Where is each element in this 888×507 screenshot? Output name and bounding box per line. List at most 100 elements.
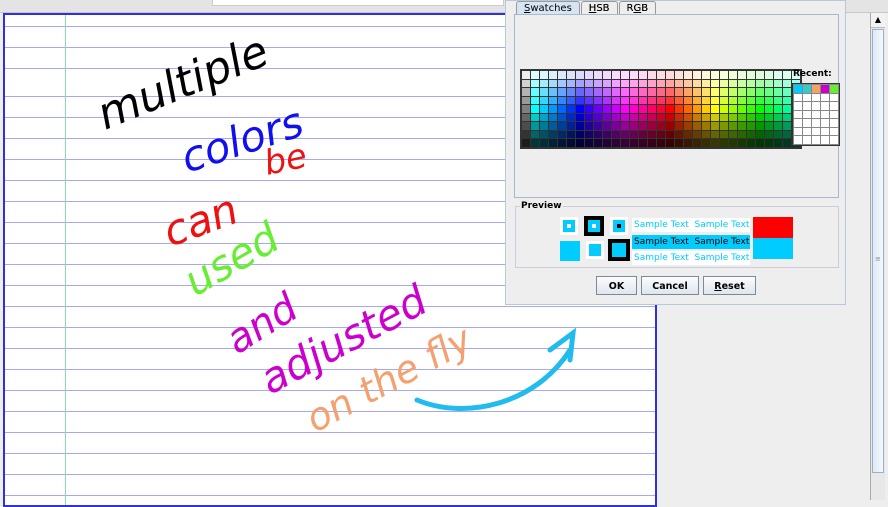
swatch-cell[interactable] [603,105,611,113]
swatch-cell[interactable] [603,113,611,121]
swatch-cell[interactable] [702,113,710,121]
recent-swatch-cell[interactable] [821,102,829,110]
scroll-up-arrow-icon[interactable]: ▲ [871,13,885,28]
swatch-cell[interactable] [666,71,674,79]
swatch-cell[interactable] [756,113,764,121]
swatch-cell[interactable] [549,139,557,147]
swatch-cell[interactable] [585,105,593,113]
swatch-cell[interactable] [738,122,746,130]
swatch-cell[interactable] [711,88,719,96]
swatch-cell[interactable] [693,88,701,96]
swatch-cell[interactable] [522,113,530,121]
swatch-cell[interactable] [783,130,791,138]
swatch-cell[interactable] [567,113,575,121]
swatch-cell[interactable] [549,71,557,79]
swatch-cell[interactable] [648,96,656,104]
swatch-cell[interactable] [630,130,638,138]
swatch-cell[interactable] [549,88,557,96]
recent-swatch-cell[interactable] [794,110,802,118]
swatch-cell[interactable] [747,122,755,130]
recent-swatch-cell[interactable] [812,127,820,135]
swatch-cell[interactable] [603,79,611,87]
swatch-cell[interactable] [585,88,593,96]
swatch-cell[interactable] [531,113,539,121]
swatch-cell[interactable] [765,96,773,104]
swatch-cell[interactable] [522,105,530,113]
swatch-cell[interactable] [522,88,530,96]
swatch-cell[interactable] [693,96,701,104]
swatch-cell[interactable] [585,122,593,130]
swatch-cell[interactable] [531,79,539,87]
swatch-cell[interactable] [594,71,602,79]
swatch-cell[interactable] [603,96,611,104]
swatch-cell[interactable] [666,139,674,147]
swatch-cell[interactable] [711,122,719,130]
reset-button[interactable]: Reset [703,276,756,295]
swatch-cell[interactable] [729,113,737,121]
swatch-cell[interactable] [585,113,593,121]
swatch-cell[interactable] [630,113,638,121]
swatch-cell[interactable] [774,79,782,87]
swatch-cell[interactable] [558,113,566,121]
swatch-cell[interactable] [522,122,530,130]
swatch-cell[interactable] [612,130,620,138]
recent-swatches[interactable] [792,83,840,146]
swatch-cell[interactable] [630,79,638,87]
swatch-cell[interactable] [621,122,629,130]
recent-swatch-cell[interactable] [803,127,811,135]
swatch-cell[interactable] [630,96,638,104]
swatch-cell[interactable] [702,105,710,113]
swatch-cell[interactable] [567,71,575,79]
swatch-cell[interactable] [738,88,746,96]
swatch-cell[interactable] [675,79,683,87]
swatch-cell[interactable] [666,88,674,96]
swatch-cell[interactable] [729,96,737,104]
swatch-cell[interactable] [756,139,764,147]
swatch-cell[interactable] [774,113,782,121]
swatch-cell[interactable] [738,139,746,147]
swatch-cell[interactable] [765,105,773,113]
swatch-cell[interactable] [783,79,791,87]
recent-swatch-cell[interactable] [830,93,838,101]
swatch-cell[interactable] [783,88,791,96]
swatch-cell[interactable] [639,71,647,79]
recent-swatch-cell[interactable] [794,127,802,135]
swatch-cell[interactable] [702,71,710,79]
swatch-cell[interactable] [666,96,674,104]
swatch-cell[interactable] [675,71,683,79]
recent-swatch-cell[interactable] [794,136,802,144]
swatch-cell[interactable] [702,88,710,96]
swatch-cell[interactable] [711,71,719,79]
swatch-cell[interactable] [747,139,755,147]
swatch-cell[interactable] [603,71,611,79]
swatch-cell[interactable] [684,71,692,79]
swatch-cell[interactable] [531,139,539,147]
swatch-cell[interactable] [738,105,746,113]
swatch-cell[interactable] [675,96,683,104]
swatch-cell[interactable] [549,79,557,87]
swatch-cell[interactable] [774,96,782,104]
recent-swatch-cell[interactable] [821,136,829,144]
swatch-cell[interactable] [648,139,656,147]
swatch-cell[interactable] [720,88,728,96]
swatch-cell[interactable] [522,96,530,104]
swatch-cell[interactable] [684,88,692,96]
swatch-cell[interactable] [684,79,692,87]
swatch-cell[interactable] [702,130,710,138]
swatch-cell[interactable] [648,88,656,96]
swatch-cell[interactable] [738,113,746,121]
swatch-cell[interactable] [639,96,647,104]
swatch-cell[interactable] [648,122,656,130]
swatch-cell[interactable] [702,139,710,147]
swatch-cell[interactable] [747,88,755,96]
swatch-cell[interactable] [648,130,656,138]
swatch-cell[interactable] [531,88,539,96]
swatch-cell[interactable] [684,130,692,138]
recent-swatch-cell[interactable] [830,85,838,93]
recent-swatch-cell[interactable] [803,85,811,93]
swatch-cell[interactable] [612,139,620,147]
swatch-cell[interactable] [612,88,620,96]
swatch-cell[interactable] [549,130,557,138]
recent-swatch-cell[interactable] [803,136,811,144]
swatch-cell[interactable] [594,105,602,113]
